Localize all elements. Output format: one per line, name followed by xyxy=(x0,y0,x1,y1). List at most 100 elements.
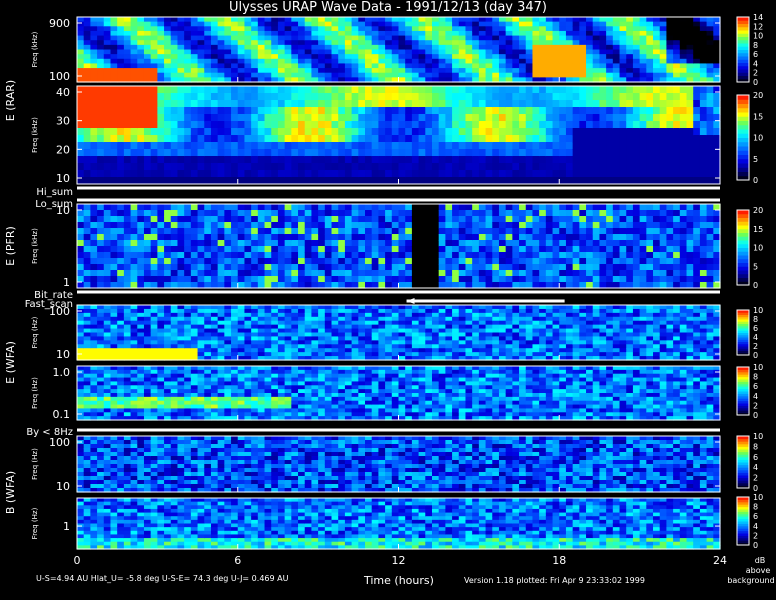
spectrogram-cell xyxy=(612,216,621,223)
spectrogram-cell xyxy=(559,107,567,115)
spectrogram-cell xyxy=(177,320,185,326)
spectrogram-cell xyxy=(217,58,225,65)
spectrogram-cell xyxy=(679,49,688,55)
spectrogram-cell xyxy=(425,142,433,150)
spectrogram-cell xyxy=(123,58,132,65)
spectrogram-cell xyxy=(224,258,232,265)
spectrogram-cell xyxy=(284,328,292,334)
spectrogram-cell xyxy=(706,107,714,115)
spectrogram-cell xyxy=(465,114,473,122)
spectrogram-cell xyxy=(365,308,373,314)
spectrogram-cell xyxy=(324,114,333,122)
spectrogram-cell xyxy=(646,216,654,223)
spectrogram-cell xyxy=(157,228,165,235)
spectrogram-cell xyxy=(217,100,225,108)
spectrogram-cell xyxy=(358,234,366,241)
spectrogram-cell xyxy=(438,114,446,122)
spectrogram-cell xyxy=(184,17,192,23)
spectrogram-cell xyxy=(405,222,413,229)
spectrogram-cell xyxy=(77,135,85,143)
spectrogram-cell xyxy=(210,216,219,223)
spectrogram-cell xyxy=(110,340,118,345)
spectrogram-cell xyxy=(291,114,299,122)
spectrogram-cell xyxy=(351,270,359,277)
spectrogram-cell xyxy=(639,234,647,241)
spectrogram-cell xyxy=(431,54,440,60)
spectrogram-cell xyxy=(324,344,333,349)
spectrogram-cell xyxy=(170,149,179,157)
spectrogram-cell xyxy=(143,324,152,330)
spectrogram-cell xyxy=(284,352,292,357)
spectrogram-cell xyxy=(264,58,272,65)
spectrogram-cell xyxy=(150,222,158,229)
spectrogram-cell xyxy=(465,135,473,143)
spectrogram-cell xyxy=(338,258,346,265)
spectrogram-cell xyxy=(485,156,493,164)
spectrogram-cell xyxy=(653,177,661,185)
spectrogram-cell xyxy=(304,135,313,143)
spectrogram-cell xyxy=(291,308,299,314)
spectrogram-cell xyxy=(177,276,185,283)
spectrogram-cell xyxy=(257,312,266,318)
spectrogram-cell xyxy=(485,352,493,357)
spectrogram-cell xyxy=(244,128,252,136)
spectrogram-cell xyxy=(284,336,292,341)
spectrogram-cell xyxy=(385,234,393,241)
spectrogram-cell xyxy=(190,177,199,185)
spectrogram-cell xyxy=(586,93,594,101)
spectrogram-cell xyxy=(431,312,440,318)
spectrogram-cell xyxy=(699,135,708,143)
spectrogram-cell xyxy=(626,72,634,78)
spectrogram-cell xyxy=(579,63,587,69)
spectrogram-cell xyxy=(137,177,145,185)
spectrogram-cell xyxy=(398,58,406,65)
spectrogram-cell xyxy=(103,135,112,143)
spectrogram-cell xyxy=(418,49,426,55)
spectrogram-cell xyxy=(277,246,286,253)
spectrogram-cell xyxy=(137,17,145,23)
spectrogram-cell xyxy=(90,222,98,229)
spectrogram-cell xyxy=(545,149,554,157)
spectrogram-cell xyxy=(77,107,85,115)
spectrogram-cell xyxy=(525,264,534,271)
spectrogram-cell xyxy=(358,258,366,265)
spectrogram-cell xyxy=(411,228,420,235)
spectrogram-cell xyxy=(431,177,440,185)
spectrogram-cell xyxy=(237,332,246,338)
spectrogram-cell xyxy=(519,86,527,94)
spectrogram-cell xyxy=(90,270,98,277)
spectrogram-cell xyxy=(170,30,179,37)
spectrogram-cell xyxy=(525,305,534,310)
spectrogram-cell xyxy=(311,308,319,314)
spectrogram-cell xyxy=(237,114,246,122)
spectrogram-cell xyxy=(291,68,299,74)
spectrogram-cell xyxy=(699,240,708,247)
spectrogram-cell xyxy=(90,240,98,247)
spectrogram-cell xyxy=(632,128,641,136)
spectrogram-cell xyxy=(425,312,433,318)
spectrogram-cell xyxy=(150,163,158,171)
spectrogram-cell xyxy=(632,177,641,185)
spectrogram-cell xyxy=(706,135,714,143)
spectrogram-cell xyxy=(505,328,513,334)
spectrogram-cell xyxy=(405,156,413,164)
spectrogram-cell xyxy=(445,332,453,338)
spectrogram-cell xyxy=(318,100,326,108)
spectrogram-cell xyxy=(157,234,165,241)
spectrogram-cell xyxy=(606,86,614,94)
spectrogram-cell xyxy=(452,234,460,241)
spectrogram-cell xyxy=(123,344,132,349)
spectrogram-cell xyxy=(237,21,246,27)
spectrogram-cell xyxy=(472,270,480,277)
spectrogram-cell xyxy=(572,72,580,78)
spectrogram-cell xyxy=(318,252,326,259)
spectrogram-cell xyxy=(150,332,158,338)
spectrogram-cell xyxy=(143,135,152,143)
spectrogram-cell xyxy=(164,72,172,78)
spectrogram-cell xyxy=(338,121,346,129)
spectrogram-cell xyxy=(190,246,199,253)
spectrogram-cell xyxy=(210,170,219,178)
spectrogram-cell xyxy=(177,54,185,60)
spectrogram-cell xyxy=(371,336,380,341)
spectrogram-cell xyxy=(606,270,614,277)
